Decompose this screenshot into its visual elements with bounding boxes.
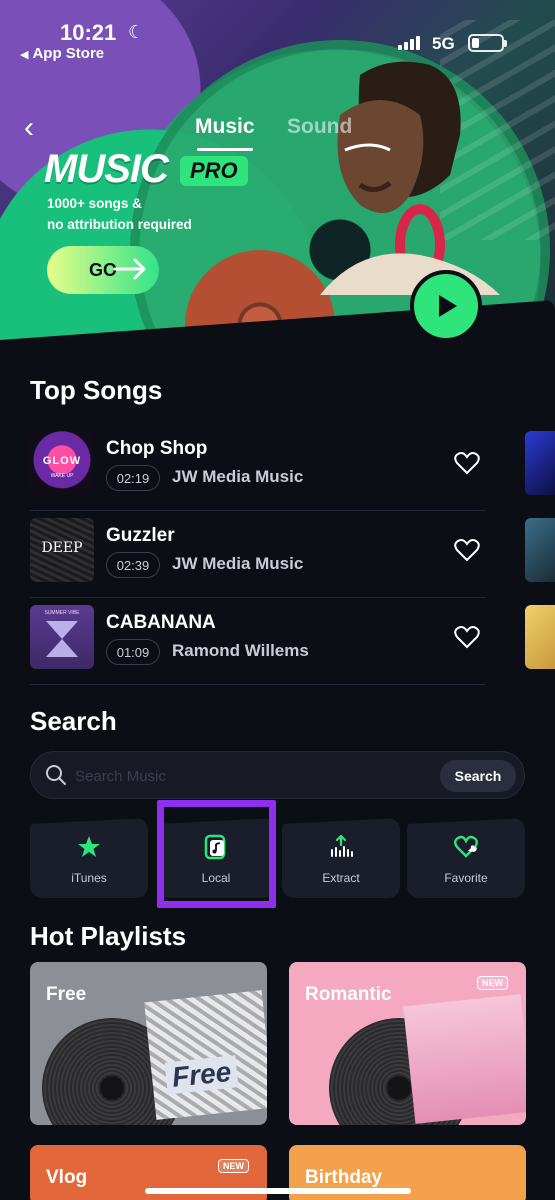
song-row[interactable]: GLOW WAKE UP Chop Shop 02:19 JW Media Mu… [30,431,485,511]
song-cover-peek [525,518,555,582]
song-artist: JW Media Music [172,467,304,486]
song-title: CABANANA [106,612,216,633]
song-duration: 01:09 [106,639,160,665]
promo-line-1: 1000+ songs & [47,196,142,211]
song-cover-peek [525,431,555,495]
new-badge: NEW [477,976,508,990]
category-favorite[interactable]: Favorite [407,818,525,898]
category-label: Favorite [444,871,488,885]
promo-title: MUSIC [44,147,169,191]
cover-text: DEEP [41,540,83,556]
playlist-title: Vlog [46,1167,88,1188]
hero-model-image [320,61,500,295]
song-cover: DEEP [30,518,94,582]
network-label: 5G [432,34,455,53]
search-icon [46,765,66,785]
search-bar: Search [30,751,525,799]
heart-icon [454,835,478,858]
category-itunes[interactable]: iTunes [30,818,148,898]
promo-line-2: no attribution required [47,217,192,232]
battery-icon [468,34,507,52]
tab-music[interactable]: Music [195,115,255,151]
cover-text: GLOW [42,455,82,467]
section-title-top-songs: Top Songs [30,375,163,405]
go-button[interactable]: GO [47,246,159,294]
song-row[interactable]: SUMMER VIBE CABANANA 01:09 Ramond Willem… [30,605,485,685]
playlist-title: Free [46,984,87,1005]
search-input[interactable] [75,763,415,789]
section-title-search: Search [30,706,117,736]
song-cover: SUMMER VIBE [30,605,94,669]
heart-icon[interactable] [454,451,480,475]
playlist-title: Romantic [305,984,392,1005]
heart-icon[interactable] [454,625,480,649]
back-chevron-icon[interactable]: ‹ [24,113,34,143]
signal-icon [398,36,422,50]
section-title-hot-playlists: Hot Playlists [30,921,187,951]
song-title: Chop Shop [106,438,208,459]
category-label: Extract [322,871,360,885]
back-triangle-icon: ◀ [20,49,29,61]
extract-icon [331,834,353,857]
song-artist: Ramond Willems [172,641,309,660]
song-artist: JW Media Music [172,554,304,573]
song-title: Guzzler [106,525,175,546]
cover-shape-graphic [46,621,78,657]
star-icon [78,836,100,857]
heart-icon[interactable] [454,538,480,562]
album-sleeve-graphic [403,994,526,1124]
sleeve-text: Free [164,1055,239,1095]
playlist-title: Birthday [305,1167,383,1188]
song-duration: 02:19 [106,465,160,491]
search-button[interactable]: Search [440,760,516,792]
category-label: iTunes [71,871,107,885]
album-sleeve-graphic: Free [144,990,267,1120]
tab-sound[interactable]: Sound [287,115,352,139]
status-time: 10:21 [60,20,117,45]
home-indicator[interactable] [145,1188,411,1194]
category-extract[interactable]: Extract [282,818,400,898]
promo-subtitle: 1000+ songs & no attribution required [47,193,192,235]
play-button[interactable] [410,270,482,342]
song-duration: 02:39 [106,552,160,578]
moon-icon: ☾ [128,22,145,42]
cover-subtext: WAKE UP [50,473,74,479]
status-bar: 10:21 ☾ ◀ App Store 5G [0,0,555,70]
back-to-app-link[interactable]: ◀ App Store [20,45,104,62]
playlist-card-free[interactable]: Free Free [30,962,267,1125]
song-cover: GLOW WAKE UP [30,431,94,495]
song-cover-peek [525,605,555,669]
selection-highlight-box [157,800,276,908]
arrow-right-icon [113,258,146,280]
song-row[interactable]: DEEP Guzzler 02:39 JW Media Music [30,518,485,598]
promo-pro-badge: PRO [180,156,248,186]
back-app-label: App Store [32,45,105,62]
cover-text: SUMMER VIBE [44,610,80,616]
new-badge: NEW [218,1159,249,1173]
playlist-card-romantic[interactable]: Romantic NEW [289,962,526,1125]
play-icon [439,295,457,317]
